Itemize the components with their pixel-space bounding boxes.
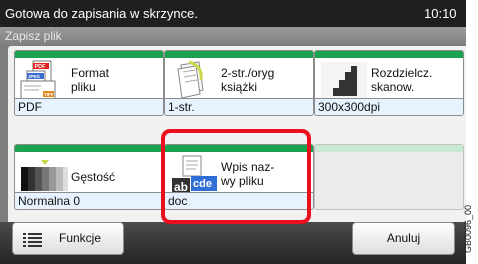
pdf-jpeg-tiff-icon: PDF JPEG TIFF (20, 60, 56, 102)
resolution-icon (321, 62, 367, 101)
status-bar: Gotowa do zapisania w skrzynce. 10:10 (0, 0, 466, 27)
functions-button-label: Funkcje (59, 231, 102, 245)
tile-file-format[interactable]: PDF JPEG TIFF Format pliku PDF (14, 50, 164, 116)
tile-strip (315, 51, 463, 58)
tile-strip (15, 145, 163, 152)
tile-label-line1: Rozdzielcz. (371, 66, 433, 80)
tile-label-line1: Gęstość (71, 170, 116, 184)
tile-value: 300x300dpi (315, 98, 463, 115)
tile-label-line1: Format (71, 66, 110, 80)
tile-duplex[interactable]: 2-str./oryg książki 1-str. (164, 50, 314, 116)
screen-title: Zapisz plik (0, 27, 466, 45)
pdf-icon-text: PDF (35, 64, 47, 70)
tile-value: 1-str. (165, 98, 313, 115)
tile-strip (165, 51, 313, 58)
tile-label: Format pliku (71, 66, 109, 94)
figure-code-text: GB0096_00 (463, 204, 474, 254)
tile-label-line2: skanow. (371, 80, 415, 94)
tile-resolution[interactable]: Rozdzielcz. skanow. 300x300dpi (314, 50, 464, 116)
status-clock: 10:10 (424, 6, 457, 21)
tile-label: Gęstość (71, 170, 115, 184)
tile-label: Rozdzielcz. skanow. (371, 66, 432, 94)
jpeg-icon-text: JPEG (28, 74, 41, 79)
tile-empty-slot (314, 144, 464, 210)
functions-button[interactable]: Funkcje (12, 222, 124, 255)
tile-strip (315, 145, 463, 152)
cancel-button[interactable]: Anuluj (352, 222, 455, 255)
tile-value: PDF (15, 98, 163, 115)
density-icon (21, 160, 68, 191)
tile-value: Normalna 0 (15, 192, 163, 209)
status-message: Gotowa do zapisania w skrzynce. (5, 6, 198, 21)
tile-label-line1: 2-str./oryg (221, 66, 275, 80)
tiff-icon-text: TIFF (44, 92, 54, 97)
menu-list-icon (23, 233, 42, 247)
duplex-original-icon (177, 60, 204, 99)
tile-density[interactable]: Gęstość Normalna 0 (14, 144, 164, 210)
figure-code: GB0096_00 (463, 200, 478, 264)
tile-label-line2: pliku (71, 80, 96, 94)
tile-strip (15, 51, 163, 58)
tile-label: 2-str./oryg książki (221, 66, 274, 94)
highlight-frame (161, 129, 311, 224)
tile-label-line2: książki (221, 80, 258, 94)
